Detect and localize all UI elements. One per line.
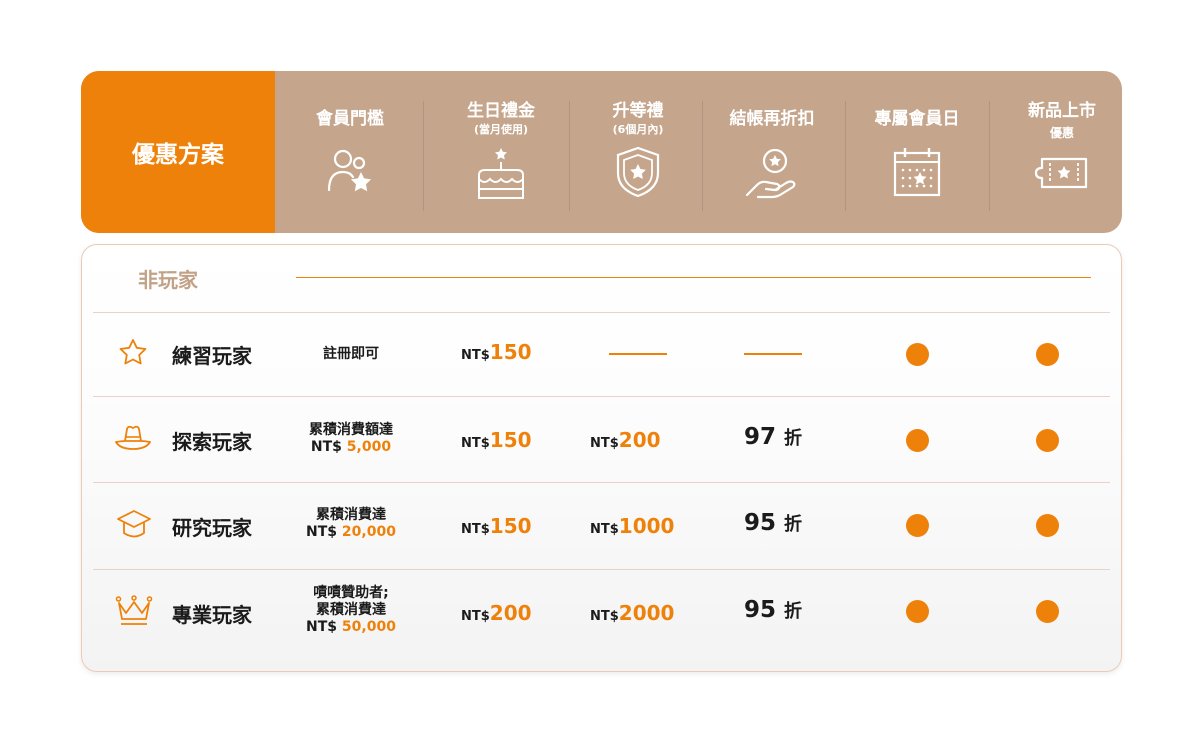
section-divider [296,277,1091,278]
col-checkout-discount: 結帳再折扣 [717,71,827,233]
hat-icon [115,425,151,450]
row-divider [93,482,1110,483]
star-outline-icon [119,339,147,365]
member-day-included [906,429,929,452]
member-day-included [906,343,929,366]
tier-name: 專業玩家 [172,603,252,627]
tier-requirement: 嘖嘖贊助者; 累積消費達 NT$ 50,000 [306,585,396,635]
col-upgrade-gift: 升等禮 (6個月內) [588,71,688,233]
header-divider [702,101,703,211]
upgrade-gift-value: NT$2000 [590,601,675,625]
col-new-product: 新品上市 優惠 [1002,71,1122,233]
upgrade-gift-none [609,353,667,355]
graduation-cap-icon [117,510,151,538]
birthday-cake-icon [478,148,524,199]
birthday-gift-value: NT$200 [461,601,532,625]
header-divider [423,101,424,211]
tier-name: 研究玩家 [172,516,252,540]
col-label: 生日禮金 [467,101,535,121]
birthday-gift-value: NT$150 [461,514,532,538]
header-divider [845,101,846,211]
header-divider [569,101,570,211]
tier-requirement: 累積消費達 NT$ 20,000 [306,507,396,540]
calendar-star-icon [893,148,941,197]
new-product-included [1036,600,1059,623]
checkout-discount-value: 97 折 [744,424,803,450]
tier-requirement: 註冊即可 [323,346,379,362]
row-divider [93,396,1110,397]
header-title: 優惠方案 [81,71,275,233]
checkout-discount-value: 95 折 [744,510,803,536]
member-day-included [906,514,929,537]
col-sublabel: 優惠 [1049,126,1074,140]
hand-coin-icon [745,148,796,199]
row-divider [93,569,1110,570]
new-product-included [1036,429,1059,452]
crown-icon [115,595,153,625]
col-label: 會員門檻 [316,109,384,129]
new-product-included [1036,343,1059,366]
col-member-day: 專屬會員日 [862,71,972,233]
col-member-threshold: 會員門檻 [310,71,390,233]
tier-name: 練習玩家 [172,344,252,368]
ticket-star-icon [1034,157,1088,189]
shield-star-icon [616,146,660,198]
col-sublabel: (當月使用) [473,123,529,136]
birthday-gift-value: NT$150 [461,340,532,364]
checkout-discount-value: 95 折 [744,597,803,623]
col-label: 升等禮 [612,101,664,121]
header-divider [989,101,990,211]
discount-none [744,353,802,355]
upgrade-gift-value: NT$1000 [590,514,675,538]
birthday-gift-value: NT$150 [461,428,532,452]
tier-name: 探索玩家 [172,430,252,454]
member-star-icon [327,149,372,192]
upgrade-gift-value: NT$200 [590,428,661,452]
col-label: 新品上市 [1028,101,1096,121]
col-sublabel: (6個月內) [612,123,664,136]
tier-requirement: 累積消費額達 NT$ 5,000 [309,422,393,455]
col-birthday-gift: 生日禮金 (當月使用) [451,71,551,233]
row-divider [93,312,1110,313]
member-day-included [906,600,929,623]
section-title: 非玩家 [138,268,198,292]
new-product-included [1036,514,1059,537]
col-label: 專屬會員日 [874,109,960,129]
col-label: 結帳再折扣 [729,109,815,129]
